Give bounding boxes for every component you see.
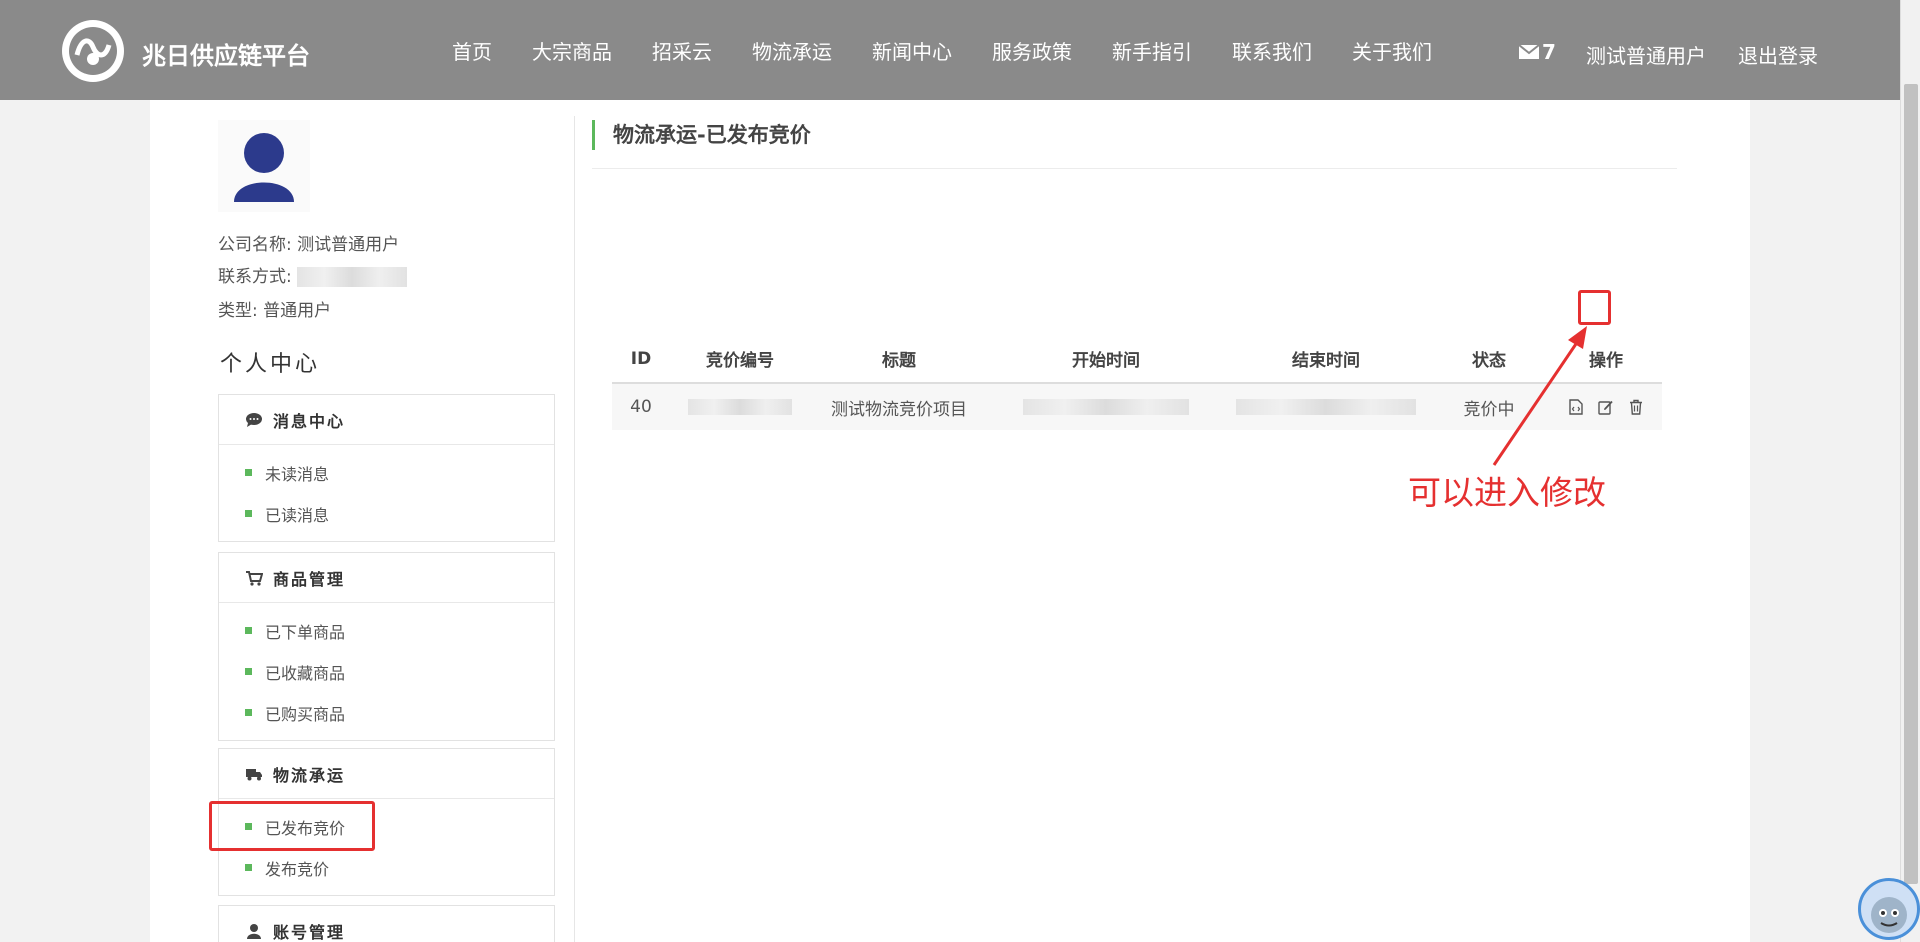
sidebar-item-label: 已收藏商品 (265, 663, 346, 683)
col-header-end-time: 结束时间 (1224, 335, 1428, 384)
sidebar-item-purchased[interactable]: 已购买商品 (219, 692, 554, 733)
type-info: 类型: 普通用户 (218, 296, 331, 321)
sidebar-item-label: 已购买商品 (265, 704, 346, 724)
nav-item-about[interactable]: 关于我们 (1352, 36, 1432, 65)
sidebar-item-read[interactable]: 已读消息 (219, 493, 554, 534)
title-divider (592, 168, 1677, 169)
section-header: 账号管理 (219, 906, 554, 942)
cell-id: 40 (612, 383, 670, 430)
bullet-icon (245, 627, 252, 634)
cart-icon (245, 570, 263, 586)
scrollbar-thumb[interactable] (1904, 84, 1918, 884)
page-title: 物流承运-已发布竞价 (592, 120, 811, 150)
company-value: 测试普通用户 (297, 235, 400, 255)
annotation-arrow (1492, 326, 1587, 466)
annotation-highlight-sidebar (209, 801, 375, 851)
section-title: 物流承运 (273, 765, 346, 785)
sidebar-item-unread[interactable]: 未读消息 (219, 452, 554, 493)
section-title: 商品管理 (273, 569, 346, 589)
nav-item-policy[interactable]: 服务政策 (992, 36, 1072, 65)
bullet-icon (245, 469, 252, 476)
bullet-icon (245, 864, 252, 871)
company-label: 公司名称: (218, 235, 292, 255)
cell-start-time (988, 383, 1224, 430)
bid-no-redacted (688, 399, 792, 415)
page-scrollbar[interactable] (1900, 0, 1920, 942)
delete-button[interactable] (1626, 397, 1646, 417)
bullet-icon (245, 709, 252, 716)
sidebar-item-label: 已下单商品 (265, 622, 346, 642)
company-info: 公司名称: 测试普通用户 (218, 230, 399, 255)
sidebar-section-messages: 消息中心 未读消息 已读消息 (218, 394, 555, 542)
section-header: 商品管理 (219, 553, 554, 603)
cell-bid-no (670, 383, 810, 430)
sidebar-item-ordered[interactable]: 已下单商品 (219, 610, 554, 651)
envelope-icon (1518, 44, 1540, 59)
nav-item-commodities[interactable]: 大宗商品 (532, 36, 612, 65)
nav-item-procurement[interactable]: 招采云 (652, 36, 712, 65)
bullet-icon (245, 510, 252, 517)
nav-item-home[interactable]: 首页 (452, 36, 492, 65)
sidebar-section-goods: 商品管理 已下单商品 已收藏商品 已购买商品 (218, 552, 555, 741)
section-title: 消息中心 (273, 411, 346, 431)
sidebar-section-account: 账号管理 (218, 905, 555, 942)
edit-icon (1598, 400, 1613, 415)
nav-item-guide[interactable]: 新手指引 (1112, 36, 1192, 65)
sidebar-item-label: 未读消息 (265, 464, 330, 484)
section-header: 消息中心 (219, 395, 554, 445)
column-divider (574, 116, 575, 942)
start-time-redacted (1023, 399, 1189, 415)
brand-name[interactable]: 兆日供应链平台 (142, 36, 310, 71)
cell-title: 测试物流竞价项目 (810, 383, 988, 430)
type-label: 类型: (218, 301, 258, 321)
cell-end-time (1224, 383, 1428, 430)
col-header-title: 标题 (810, 335, 988, 384)
mail-count: 7 (1542, 40, 1556, 64)
section-title: 账号管理 (273, 922, 346, 942)
top-header: 兆日供应链平台 首页 大宗商品 招采云 物流承运 新闻中心 服务政策 新手指引 … (0, 0, 1900, 100)
user-icon (245, 923, 263, 939)
nav-item-contact[interactable]: 联系我们 (1232, 36, 1312, 65)
nav-item-news[interactable]: 新闻中心 (872, 36, 952, 65)
logo-icon (69, 27, 117, 75)
brand-logo[interactable] (62, 20, 124, 82)
sidebar-item-favorites[interactable]: 已收藏商品 (219, 651, 554, 692)
user-avatar-icon (234, 133, 294, 202)
col-header-start-time: 开始时间 (988, 335, 1224, 384)
sidebar-item-label: 已读消息 (265, 505, 330, 525)
sidebar-item-publish-bid[interactable]: 发布竞价 (219, 847, 554, 888)
avatar (218, 120, 310, 212)
comment-icon (245, 412, 263, 428)
trash-icon (1630, 399, 1642, 415)
section-header: 物流承运 (219, 749, 554, 799)
floating-assistant-button[interactable] (1858, 878, 1920, 940)
logout-link[interactable]: 退出登录 (1738, 40, 1818, 69)
type-value: 普通用户 (263, 301, 332, 321)
annotation-text: 可以进入修改 (1408, 473, 1606, 512)
nav-item-logistics[interactable]: 物流承运 (752, 36, 832, 65)
contact-value-redacted (297, 267, 408, 287)
end-time-redacted (1236, 399, 1416, 415)
main-nav: 首页 大宗商品 招采云 物流承运 新闻中心 服务政策 新手指引 联系我们 关于我… (452, 36, 1472, 65)
username-link[interactable]: 测试普通用户 (1586, 40, 1706, 69)
mail-link[interactable]: 7 (1518, 40, 1556, 64)
sidebar-item-label: 发布竞价 (265, 859, 330, 879)
col-header-id: ID (612, 335, 670, 384)
content-container: 公司名称: 测试普通用户 联系方式: 类型: 普通用户 个人中心 消息中心 未读… (150, 100, 1750, 942)
bullet-icon (245, 668, 252, 675)
contact-info: 联系方式: (218, 262, 408, 287)
truck-icon (245, 766, 263, 782)
col-header-bid-no: 竞价编号 (670, 335, 810, 384)
contact-label: 联系方式: (218, 267, 292, 287)
personal-center-title: 个人中心 (220, 352, 321, 377)
